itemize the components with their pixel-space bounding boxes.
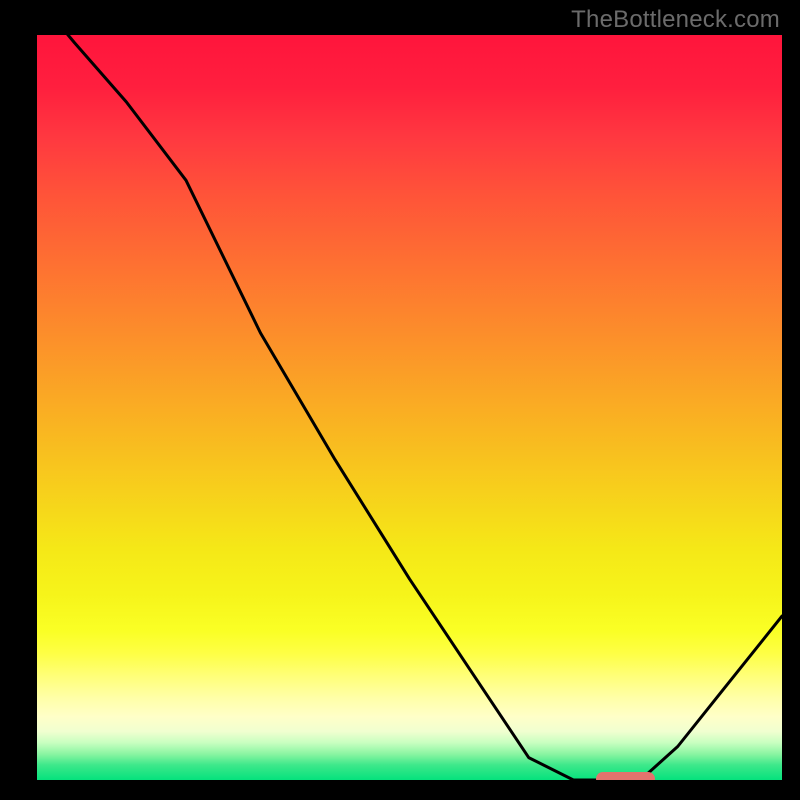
watermark: TheBottleneck.com: [571, 6, 780, 34]
optimal-marker: [596, 772, 656, 780]
chart-frame: TheBottleneck.com: [0, 0, 800, 800]
bottleneck-curve: [37, 35, 782, 780]
plot-area: [37, 35, 782, 780]
